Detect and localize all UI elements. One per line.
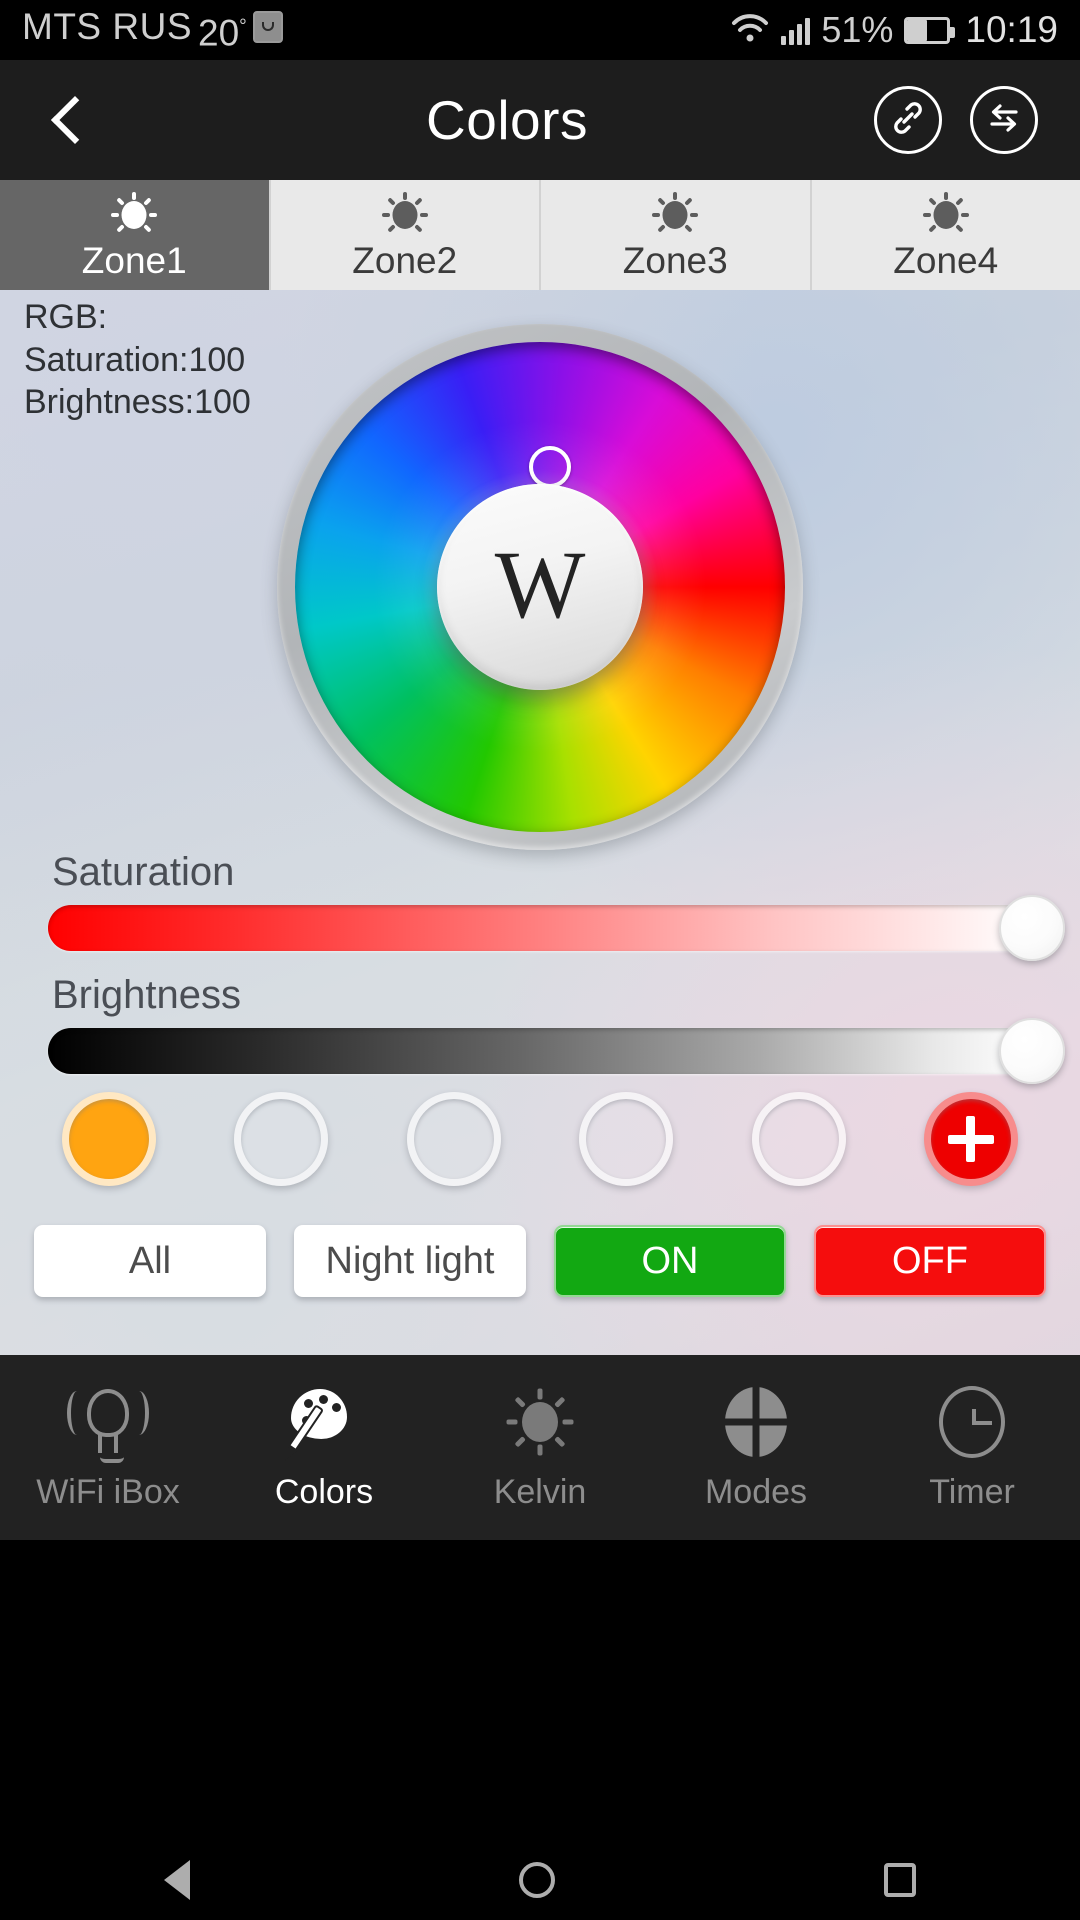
battery-percent-label: 51% bbox=[821, 9, 894, 50]
all-button-label: All bbox=[128, 1239, 172, 1282]
wifi-bulb-icon bbox=[67, 1383, 149, 1463]
color-selector-handle[interactable] bbox=[529, 446, 571, 488]
preset-row bbox=[0, 1092, 1080, 1186]
status-bar-right: 51% 10:19 bbox=[730, 9, 1058, 51]
saturation-slider-track[interactable] bbox=[48, 895, 1065, 961]
sun-icon bbox=[379, 192, 431, 238]
page-title: Colors bbox=[426, 89, 588, 151]
back-button[interactable] bbox=[0, 60, 140, 180]
nav-item-kelvin[interactable]: Kelvin bbox=[432, 1355, 648, 1540]
off-button-label: OFF bbox=[892, 1239, 968, 1282]
palette-icon bbox=[285, 1383, 363, 1461]
android-home-icon[interactable] bbox=[518, 1862, 555, 1898]
tab-zone3[interactable]: Zone3 bbox=[541, 180, 812, 290]
zone-tabs: Zone1 Zone2 Zone3 Zone4 bbox=[0, 180, 1080, 290]
tab-zone1[interactable]: Zone1 bbox=[0, 180, 271, 290]
add-preset-button[interactable] bbox=[923, 1092, 1018, 1186]
link-button[interactable] bbox=[874, 86, 942, 154]
saturation-slider-knob[interactable] bbox=[999, 895, 1065, 961]
brightness-slider-knob[interactable] bbox=[999, 1018, 1065, 1084]
tab-label: Zone4 bbox=[893, 240, 999, 281]
color-wheel[interactable]: W bbox=[277, 324, 803, 850]
off-button[interactable]: OFF bbox=[814, 1225, 1046, 1297]
tab-label: Zone3 bbox=[622, 240, 728, 281]
header-actions bbox=[874, 86, 1080, 154]
white-light-button[interactable]: W bbox=[437, 484, 643, 690]
preset-4[interactable] bbox=[579, 1092, 674, 1186]
rgb-label: RGB: bbox=[24, 298, 108, 336]
all-button[interactable]: All bbox=[34, 1225, 266, 1297]
preset-5[interactable] bbox=[751, 1092, 846, 1186]
white-light-label: W bbox=[494, 531, 586, 638]
android-navigation-bar bbox=[0, 1840, 1080, 1920]
on-button-label: ON bbox=[641, 1239, 699, 1282]
back-chevron-icon bbox=[50, 95, 100, 145]
nav-item-modes[interactable]: Modes bbox=[648, 1355, 864, 1540]
wifi-icon bbox=[730, 12, 770, 49]
nav-label: Modes bbox=[704, 1473, 808, 1511]
nav-item-wifi-ibox[interactable]: WiFi iBox bbox=[0, 1355, 216, 1540]
nav-label: Timer bbox=[929, 1473, 1015, 1511]
app-header: Colors bbox=[0, 60, 1080, 180]
carrier-label: MTS RUS bbox=[22, 5, 192, 47]
nav-label: Kelvin bbox=[493, 1473, 587, 1511]
saturation-value-label: Saturation:100 bbox=[24, 340, 246, 379]
android-back-icon[interactable] bbox=[164, 1860, 191, 1900]
on-button[interactable]: ON bbox=[554, 1225, 786, 1297]
status-bar: MTS RUS 20° 51% 10:19 bbox=[0, 0, 1080, 60]
saturation-slider-label: Saturation bbox=[52, 850, 235, 894]
status-bar-left: MTS RUS 20° bbox=[22, 0, 283, 63]
main-content: RGB: Saturation:100 Brightness:100 W Sat… bbox=[0, 290, 1080, 1355]
modes-quadrant-icon bbox=[717, 1383, 795, 1461]
preset-3[interactable] bbox=[406, 1092, 501, 1186]
sun-icon bbox=[501, 1383, 579, 1461]
action-button-row: All Night light ON OFF bbox=[0, 1225, 1080, 1297]
nav-label: WiFi iBox bbox=[36, 1473, 180, 1511]
clock-icon bbox=[933, 1383, 1011, 1461]
color-info-block: RGB: Saturation:100 Brightness:100 bbox=[24, 296, 251, 424]
nav-item-colors[interactable]: Colors bbox=[216, 1355, 432, 1540]
brightness-value-label: Brightness:100 bbox=[24, 383, 251, 421]
saturation-slider-block: Saturation bbox=[0, 850, 1080, 961]
cellular-signal-icon bbox=[781, 15, 811, 45]
battery-icon bbox=[904, 16, 956, 44]
nav-label: Colors bbox=[274, 1473, 374, 1511]
preset-2[interactable] bbox=[234, 1092, 329, 1186]
brightness-slider-block: Brightness bbox=[0, 973, 1080, 1084]
sync-button[interactable] bbox=[970, 86, 1038, 154]
tab-zone2[interactable]: Zone2 bbox=[270, 180, 541, 290]
night-light-button-label: Night light bbox=[325, 1239, 495, 1282]
sun-icon bbox=[649, 192, 701, 238]
sun-icon bbox=[108, 192, 160, 238]
tab-label: Zone1 bbox=[81, 240, 187, 281]
link-icon bbox=[888, 98, 928, 143]
sim-indicator-icon bbox=[252, 10, 283, 43]
brightness-slider-track[interactable] bbox=[48, 1018, 1065, 1084]
app-root: MTS RUS 20° 51% 10:19 Colors Zone1 Zone2… bbox=[0, 0, 1080, 1920]
brightness-slider-label: Brightness bbox=[52, 973, 241, 1017]
temperature-label: 20° bbox=[198, 12, 247, 54]
sun-icon bbox=[920, 192, 972, 238]
nav-item-timer[interactable]: Timer bbox=[864, 1355, 1080, 1540]
preset-1[interactable] bbox=[62, 1092, 156, 1186]
clock-label: 10:19 bbox=[965, 9, 1058, 50]
bottom-navigation: WiFi iBox Colors Kelvin Modes Timer bbox=[0, 1355, 1080, 1540]
android-recents-icon[interactable] bbox=[883, 1863, 916, 1897]
night-light-button[interactable]: Night light bbox=[294, 1225, 526, 1297]
sync-arrows-icon bbox=[983, 98, 1025, 143]
tab-zone4[interactable]: Zone4 bbox=[811, 180, 1080, 290]
tab-label: Zone2 bbox=[352, 240, 458, 281]
